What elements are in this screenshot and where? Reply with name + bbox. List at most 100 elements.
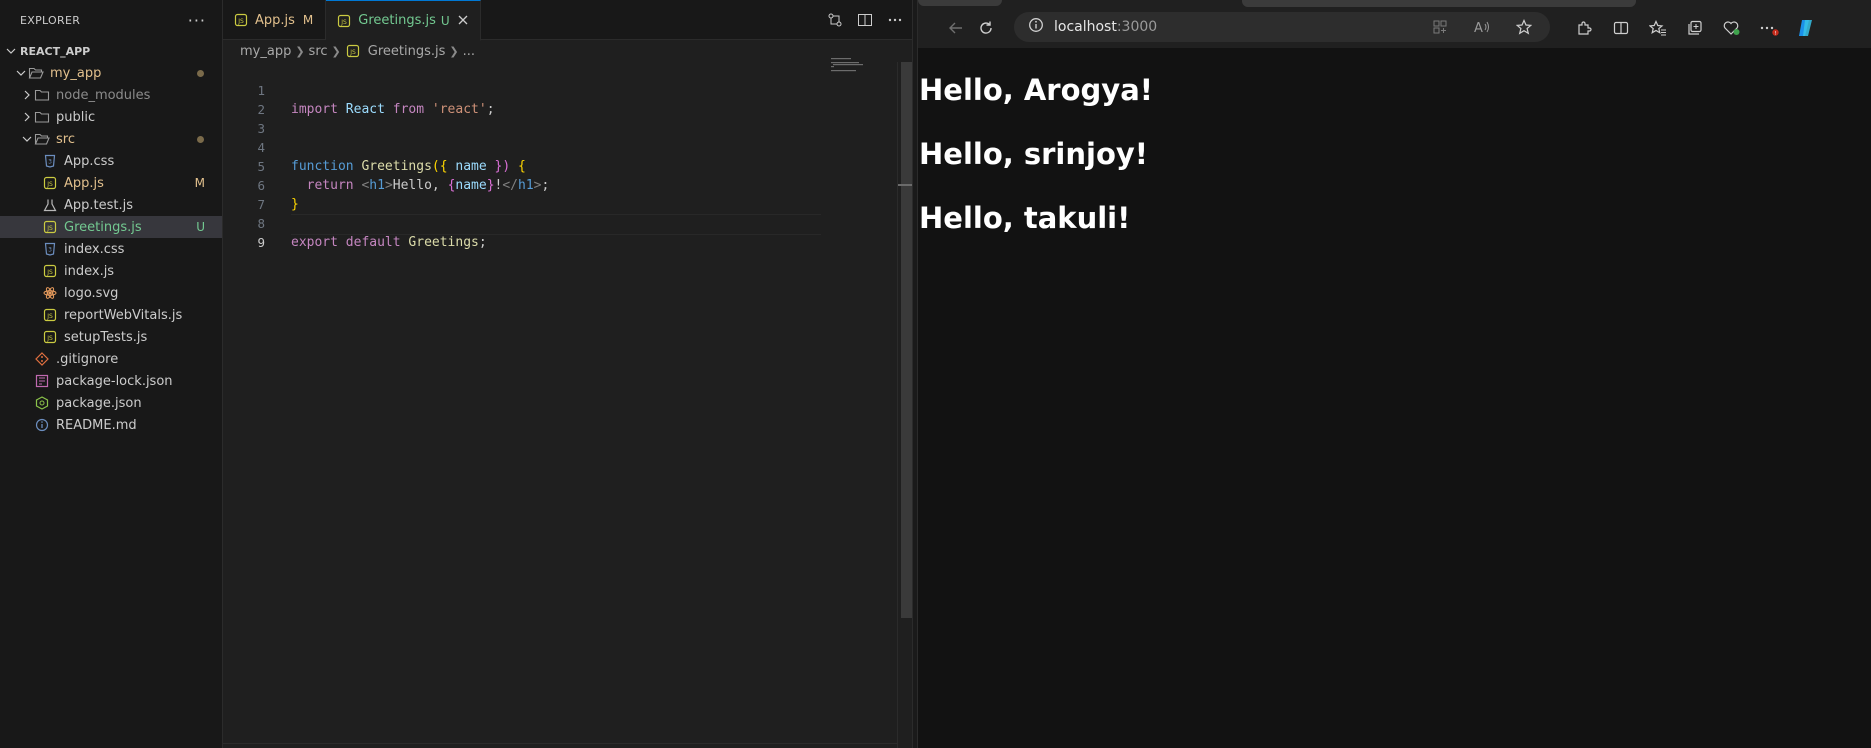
tree-item-logo-svg[interactable]: logo.svg — [0, 282, 222, 304]
tree-item-my-app[interactable]: my_app — [0, 62, 222, 84]
css-file-icon: 3 — [42, 241, 58, 257]
app-install-icon[interactable] — [1424, 11, 1456, 43]
tree-item-greetings-js[interactable]: JS Greetings.js U — [0, 216, 222, 238]
rendered-page: Hello, Arogya! Hello, srinjoy! Hello, ta… — [918, 48, 1871, 748]
close-icon[interactable] — [458, 13, 468, 29]
tree-item-package-lock-json[interactable]: package-lock.json — [0, 370, 222, 392]
tab-label: App.js — [255, 12, 295, 28]
tree-item-app-js[interactable]: JS App.js M — [0, 172, 222, 194]
minimap[interactable] — [827, 57, 867, 97]
modified-badge: M — [194, 176, 205, 190]
collections-icon[interactable] — [1679, 12, 1711, 44]
code-line: 1 import React from 'react'; — [223, 62, 823, 117]
more-actions-icon[interactable]: ··· — [188, 11, 206, 30]
code-line: 3 — [223, 100, 823, 136]
read-aloud-icon[interactable]: A — [1466, 11, 1498, 43]
vertical-scrollbar[interactable] — [897, 62, 912, 748]
breadcrumb-item[interactable]: ... — [463, 44, 475, 59]
more-actions-icon[interactable] — [886, 11, 904, 29]
tree-item-label: Greetings.js — [64, 219, 142, 235]
scrollbar-thumb[interactable] — [901, 62, 912, 618]
untracked-badge: U — [196, 220, 205, 234]
tree-item-index-js[interactable]: JS index.js — [0, 260, 222, 282]
tab-label: Greetings.js — [358, 13, 436, 28]
svg-text:JS: JS — [46, 269, 53, 276]
workspace-root[interactable]: REACT_APP — [0, 40, 222, 62]
browser-essentials-icon[interactable] — [1716, 12, 1748, 44]
tree-item-app-css[interactable]: 3 App.css — [0, 150, 222, 172]
tree-item-label: my_app — [50, 65, 102, 81]
lock-file-icon — [34, 373, 50, 389]
address-bar-actions: A — [1424, 12, 1540, 42]
tree-item-label: index.js — [64, 263, 115, 279]
untracked-badge: U — [440, 13, 450, 28]
browser-tab[interactable] — [1242, 0, 1636, 7]
tree-item-src[interactable]: src — [0, 128, 222, 150]
back-icon[interactable] — [940, 12, 972, 44]
greeting-heading: Hello, Arogya! — [919, 73, 1153, 107]
breadcrumb-item[interactable]: my_app — [240, 44, 291, 59]
breadcrumb-item[interactable]: src — [309, 44, 328, 59]
tree-item-package-json[interactable]: package.json — [0, 392, 222, 414]
code-editor: JS App.js M JS Greetings.js U my_app ❯ s… — [223, 0, 912, 748]
svg-text:JS: JS — [46, 313, 53, 320]
editor-tabs: JS App.js M JS Greetings.js U — [223, 0, 912, 41]
tree-item-public[interactable]: public — [0, 106, 222, 128]
chevron-right-icon — [20, 110, 34, 124]
tree-item-reportwebvitals-js[interactable]: JS reportWebVitals.js — [0, 304, 222, 326]
tree-item-app-test-js[interactable]: App.test.js — [0, 194, 222, 216]
tree-item-label: App.css — [64, 153, 115, 169]
browser-tab[interactable] — [918, 0, 1002, 6]
chevron-right-icon: ❯ — [331, 44, 341, 58]
tree-item-label: setupTests.js — [64, 329, 148, 345]
browser-tools: ! — [1568, 8, 1822, 48]
tab-app-js[interactable]: JS App.js M — [223, 0, 327, 40]
code-line: 2 — [223, 81, 823, 117]
code-line: 5 return <h1>Hello, {name}!</h1>; — [223, 138, 823, 193]
split-editor-icon[interactable] — [856, 11, 874, 29]
chevron-down-icon — [4, 44, 18, 58]
svg-text:!: ! — [1774, 31, 1776, 36]
code-line: 7 — [223, 176, 823, 212]
svg-text:JS: JS — [349, 49, 356, 56]
open-changes-icon[interactable] — [826, 11, 844, 29]
tree-item-readme-md[interactable]: README.md — [0, 414, 222, 436]
modified-badge: M — [302, 13, 314, 27]
favorite-star-icon[interactable] — [1508, 11, 1540, 43]
browser-tab-strip — [918, 0, 1871, 8]
browser-toolbar: localhost:3000 A ! — [918, 8, 1871, 48]
test-file-icon — [42, 197, 58, 213]
info-icon[interactable] — [1028, 17, 1044, 37]
tree-item-node-modules[interactable]: node_modules — [0, 84, 222, 106]
code-line: 4 function Greetings({ name }) { — [223, 119, 823, 174]
explorer-title: EXPLORER — [20, 13, 81, 27]
extensions-icon[interactable] — [1568, 12, 1600, 44]
horizontal-scrollbar[interactable] — [223, 743, 897, 744]
settings-more-icon[interactable]: ! — [1753, 12, 1785, 44]
breadcrumb-item[interactable]: Greetings.js — [368, 44, 446, 59]
tree-item-index-css[interactable]: 3 index.css — [0, 238, 222, 260]
browser-window: localhost:3000 A ! Hello, Arogya! Hello… — [918, 0, 1871, 748]
modified-dot — [197, 135, 204, 143]
js-file-icon: JS — [42, 219, 58, 235]
svg-text:JS: JS — [340, 19, 347, 26]
address-bar[interactable]: localhost:3000 A — [1014, 12, 1550, 42]
tree-item-gitignore[interactable]: .gitignore — [0, 348, 222, 370]
npm-package-icon — [34, 395, 50, 411]
svg-text:3: 3 — [48, 159, 52, 166]
favorites-icon[interactable] — [1642, 12, 1674, 44]
js-file-icon: JS — [336, 13, 352, 29]
explorer-header: EXPLORER ··· — [0, 0, 222, 40]
tab-greetings-js[interactable]: JS Greetings.js U — [326, 0, 481, 41]
line-number: 9 — [257, 235, 265, 250]
tree-item-setuptests-js[interactable]: JS setupTests.js — [0, 326, 222, 348]
workspace-root-label: REACT_APP — [20, 44, 91, 58]
code-area[interactable]: 1 import React from 'react'; 2 3 4 funct… — [223, 62, 823, 250]
info-icon — [34, 417, 50, 433]
tree-item-label: package-lock.json — [56, 373, 173, 389]
copilot-icon[interactable] — [1790, 12, 1822, 44]
refresh-icon[interactable] — [970, 12, 1002, 44]
split-screen-icon[interactable] — [1605, 12, 1637, 44]
